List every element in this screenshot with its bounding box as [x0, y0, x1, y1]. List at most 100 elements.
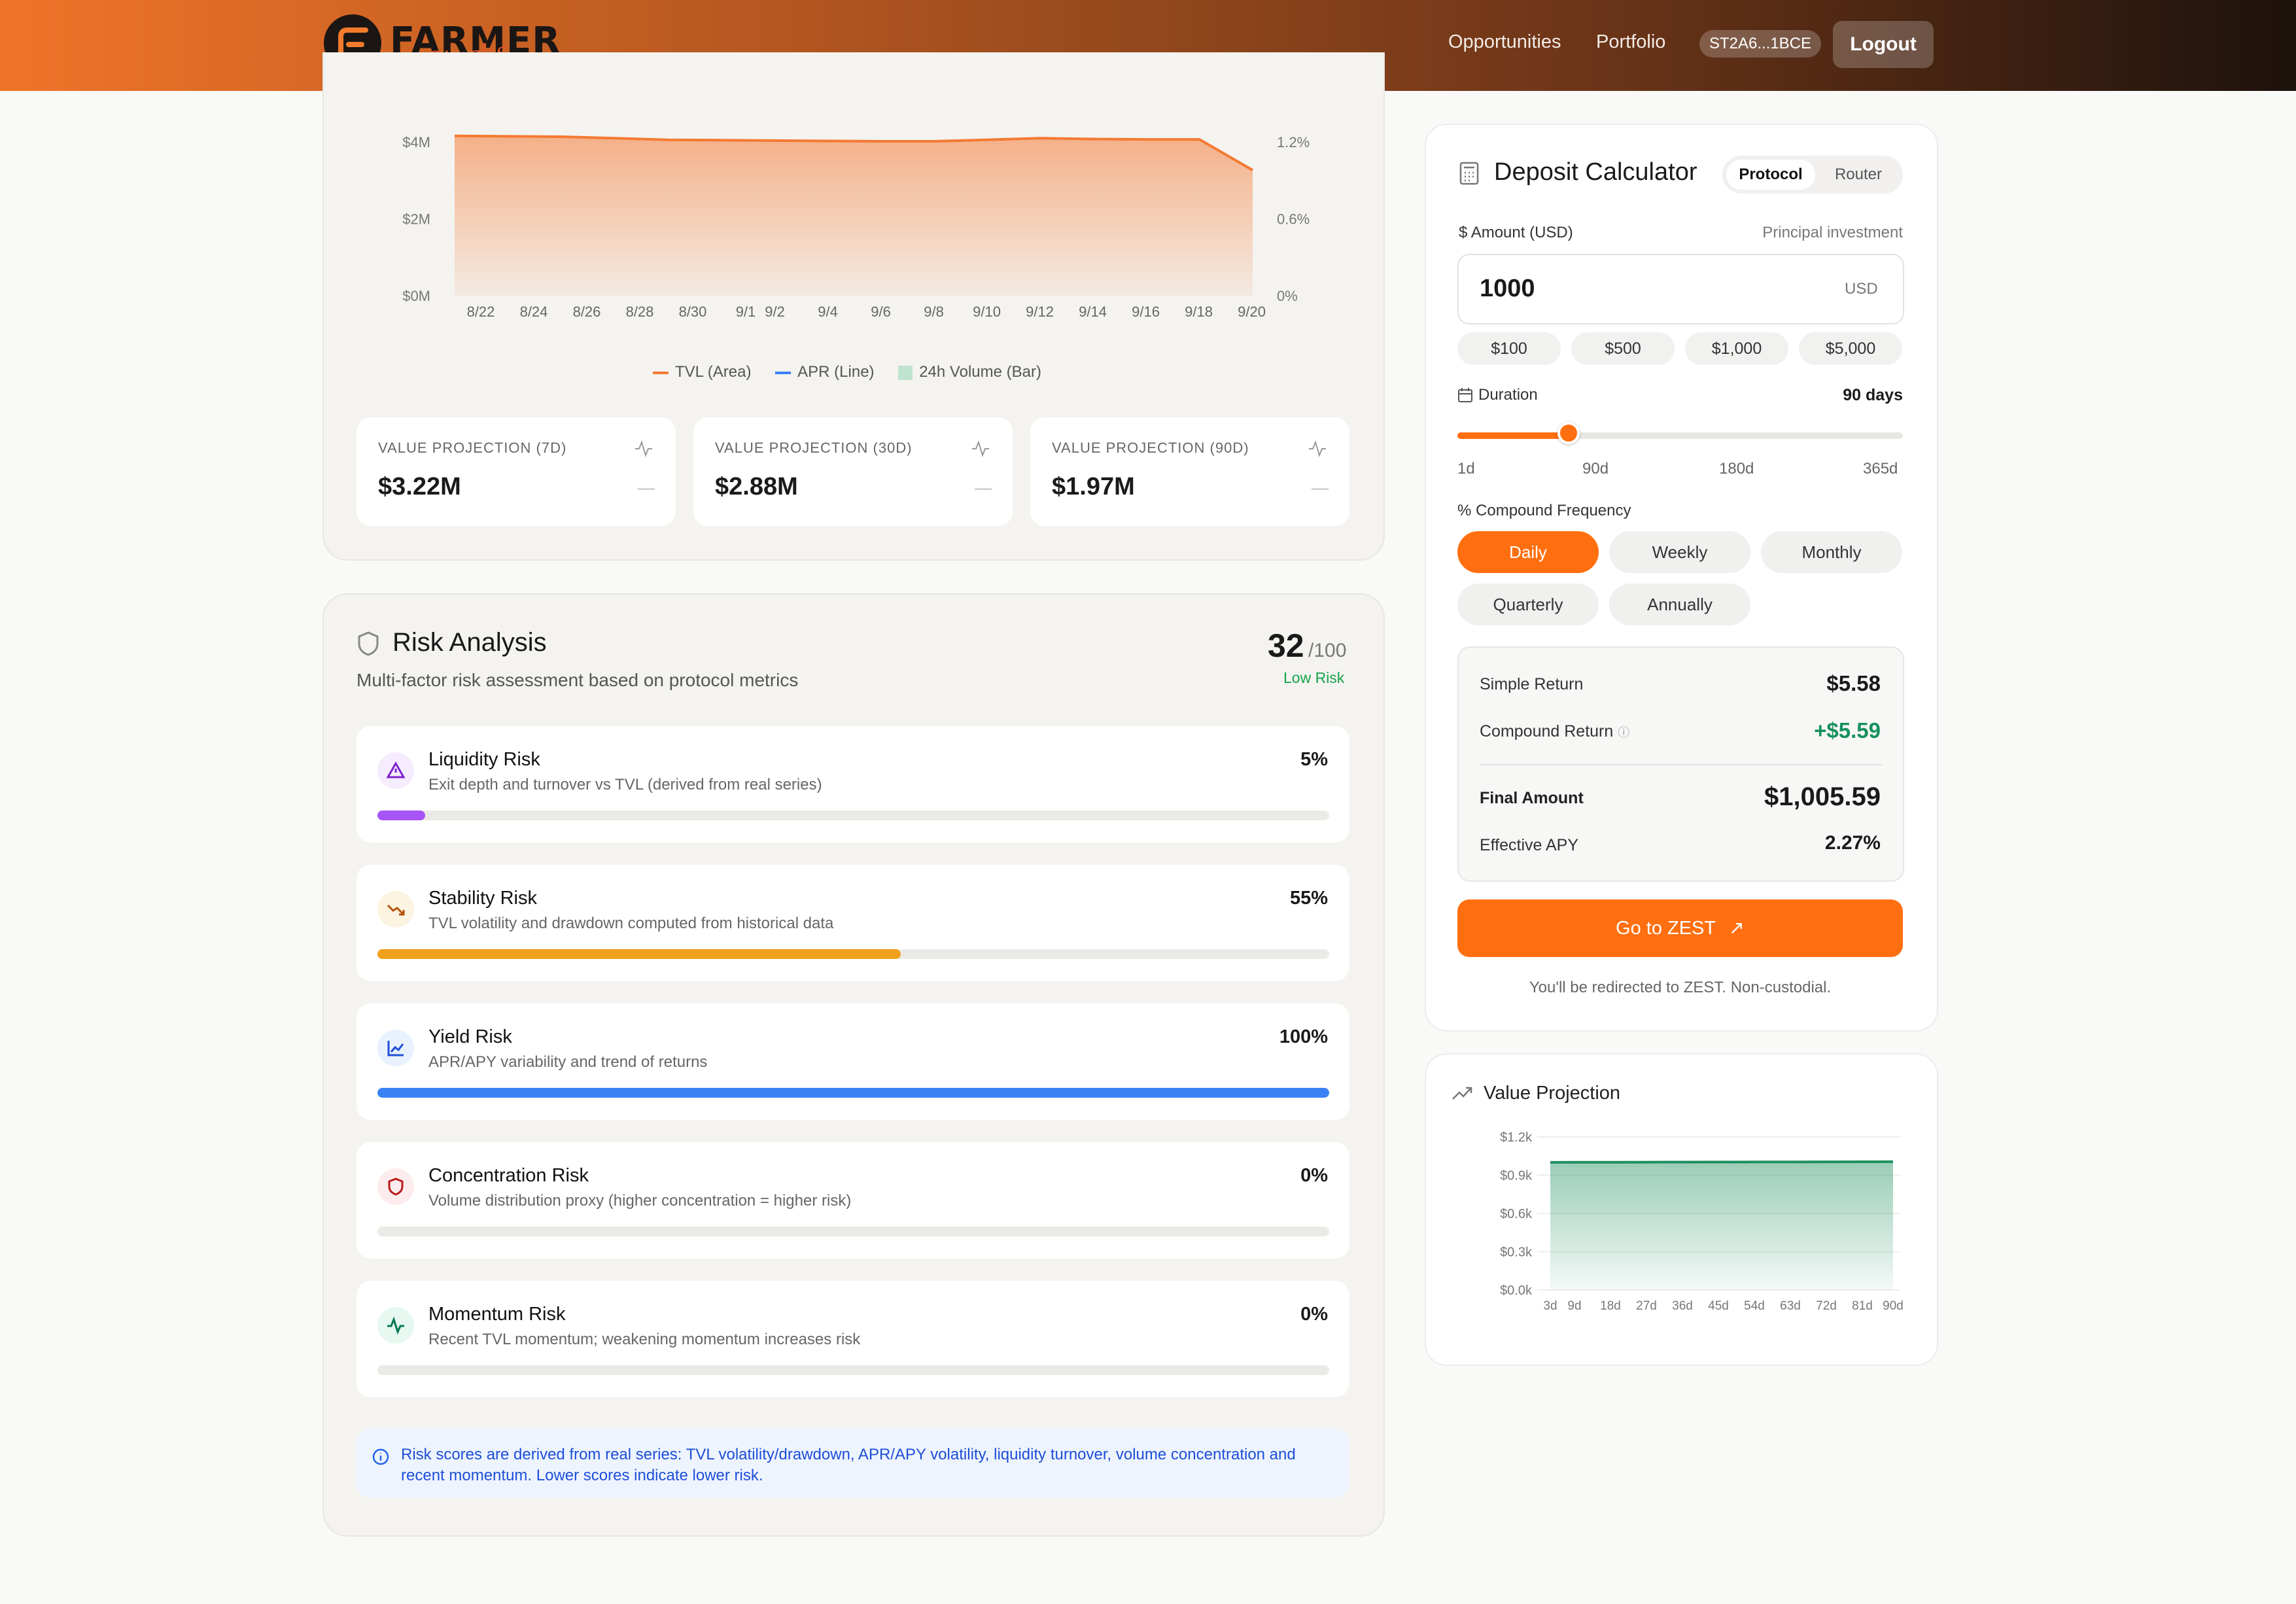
x-tick: 63d [1780, 1299, 1801, 1313]
x-tick: 9/4 [818, 304, 838, 320]
activity-icon [635, 440, 652, 458]
projection-value: $2.88M [715, 473, 798, 500]
risk-item-pct: 5% [1300, 749, 1328, 770]
risk-bar-track [377, 949, 1329, 959]
legend-tvl-label: TVL (Area) [675, 363, 752, 381]
risk-item-liquidity: Liquidity Risk Exit depth and turnover v… [357, 726, 1349, 843]
y-tick-right: 1.2% [1277, 134, 1310, 150]
preset-100-button[interactable]: $100 [1457, 332, 1561, 365]
value-projection-title: Value Projection [1484, 1083, 1621, 1104]
freq-annually-button[interactable]: Annually [1609, 584, 1750, 625]
risk-item-yield: Yield Risk APR/APY variability and trend… [357, 1003, 1349, 1120]
x-tick: 9/1 [736, 304, 756, 320]
logout-button[interactable]: Logout [1833, 21, 1934, 68]
x-tick: 8/22 [467, 304, 495, 320]
projection-label: VALUE PROJECTION (7D) [378, 440, 567, 456]
legend-volume-label: 24h Volume (Bar) [919, 363, 1041, 381]
risk-score-max: /100 [1308, 640, 1347, 661]
simple-return-value: $5.58 [1826, 671, 1881, 695]
x-tick: 27d [1636, 1299, 1657, 1313]
freq-weekly-button[interactable]: Weekly [1609, 531, 1750, 573]
compound-return-label: Compound Return ⓘ [1480, 722, 1629, 741]
calculator-icon [1459, 162, 1479, 185]
x-tick: 36d [1672, 1299, 1693, 1313]
duration-slider-thumb[interactable] [1557, 422, 1580, 444]
returns-summary: Simple Return $5.58 Compound Return ⓘ +$… [1457, 646, 1904, 882]
final-amount-label: Final Amount [1480, 789, 1584, 807]
compound-return-text: Compound Return [1480, 722, 1614, 741]
wallet-address-badge[interactable]: ST2A6...1BCE [1699, 30, 1821, 58]
y-tick-left: $2M [402, 211, 430, 228]
activity-icon [377, 1307, 414, 1344]
projection-card-30d: VALUE PROJECTION (30D) $2.88M — [693, 417, 1013, 526]
duration-tick: 180d [1719, 460, 1754, 478]
risk-item-title: Stability Risk [428, 888, 537, 909]
summary-divider [1480, 764, 1882, 765]
go-to-zest-button[interactable]: Go to ZEST ↗ [1457, 899, 1903, 957]
toggle-protocol[interactable]: Protocol [1726, 160, 1815, 190]
duration-tick: 365d [1863, 460, 1898, 478]
preset-5000-button[interactable]: $5,000 [1799, 332, 1902, 365]
duration-slider-fill [1457, 432, 1569, 439]
x-tick: 8/30 [679, 304, 707, 320]
risk-item-desc: Exit depth and turnover vs TVL (derived … [428, 776, 822, 793]
freq-daily-button[interactable]: Daily [1457, 531, 1599, 573]
freq-quarterly-button[interactable]: Quarterly [1457, 584, 1599, 625]
activity-icon [972, 440, 989, 458]
risk-item-pct: 100% [1279, 1026, 1328, 1047]
nav-opportunities[interactable]: Opportunities [1448, 31, 1561, 53]
nav-portfolio[interactable]: Portfolio [1596, 31, 1665, 53]
x-tick: 18d [1600, 1299, 1621, 1313]
x-tick: 72d [1816, 1299, 1837, 1313]
trending-down-icon [377, 891, 414, 928]
legend-apr: APR (Line) [775, 363, 875, 381]
tvl-chart: $4M $2M $0M 1.2% 0.6% 0% 8/22 8/24 8/26 8/28 8/30 9… [402, 134, 1310, 320]
simple-return-label: Simple Return [1480, 675, 1584, 693]
projection-card-90d: VALUE PROJECTION (90D) $1.97M — [1030, 417, 1349, 526]
y-tick-left: $4M [402, 134, 430, 150]
risk-note-text: Risk scores are derived from real series… [401, 1446, 1296, 1484]
duration-tick: 1d [1457, 460, 1475, 478]
x-tick: 9/20 [1238, 304, 1266, 320]
alert-triangle-icon [377, 752, 414, 789]
x-tick: 9/8 [924, 304, 944, 320]
x-tick: 9/14 [1079, 304, 1107, 320]
risk-item-momentum: Momentum Risk Recent TVL momentum; weake… [357, 1281, 1349, 1397]
compound-frequency-label: % Compound Frequency [1457, 502, 1631, 520]
risk-bar-fill [377, 1088, 1329, 1098]
amount-label-text: Amount (USD) [1470, 224, 1573, 241]
x-tick: 8/24 [520, 304, 548, 320]
risk-bar-track [377, 1088, 1329, 1098]
amount-label: $ Amount (USD) [1459, 224, 1573, 242]
preset-1000-button[interactable]: $1,000 [1685, 332, 1788, 365]
info-icon[interactable]: ⓘ [1618, 726, 1629, 739]
duration-value: 90 days [1843, 386, 1903, 404]
effective-apy-label: Effective APY [1480, 836, 1579, 854]
go-to-zest-label: Go to ZEST [1616, 918, 1716, 939]
risk-bar-track [377, 811, 1329, 820]
dollar-icon: $ [1459, 224, 1468, 241]
percent-icon: % [1457, 502, 1472, 519]
risk-item-title: Yield Risk [428, 1026, 512, 1047]
x-tick: 90d [1883, 1299, 1904, 1313]
y-tick: $0.0k [1500, 1283, 1533, 1298]
amount-hint: Principal investment [1762, 224, 1903, 241]
risk-item-desc: Volume distribution proxy (higher concen… [428, 1192, 852, 1210]
y-tick: $0.6k [1500, 1207, 1533, 1221]
risk-score: 32 [1268, 627, 1304, 664]
toggle-router[interactable]: Router [1818, 160, 1899, 190]
projection-label: VALUE PROJECTION (90D) [1052, 440, 1249, 456]
preset-500-button[interactable]: $500 [1571, 332, 1675, 365]
duration-slider[interactable] [1457, 422, 1903, 444]
x-tick: 9/16 [1132, 304, 1160, 320]
risk-bar-track [377, 1227, 1329, 1236]
calendar-icon [1458, 388, 1472, 402]
legend-tvl: TVL (Area) [653, 363, 751, 381]
final-amount-value: $1,005.59 [1764, 782, 1881, 811]
freq-monthly-button[interactable]: Monthly [1761, 531, 1902, 573]
compound-frequency-text: Compound Frequency [1476, 502, 1631, 519]
risk-item-pct: 0% [1300, 1304, 1328, 1325]
amount-input[interactable]: 1000 USD [1457, 254, 1904, 324]
risk-item-pct: 55% [1289, 888, 1328, 909]
risk-item-desc: TVL volatility and drawdown computed fro… [428, 915, 834, 932]
